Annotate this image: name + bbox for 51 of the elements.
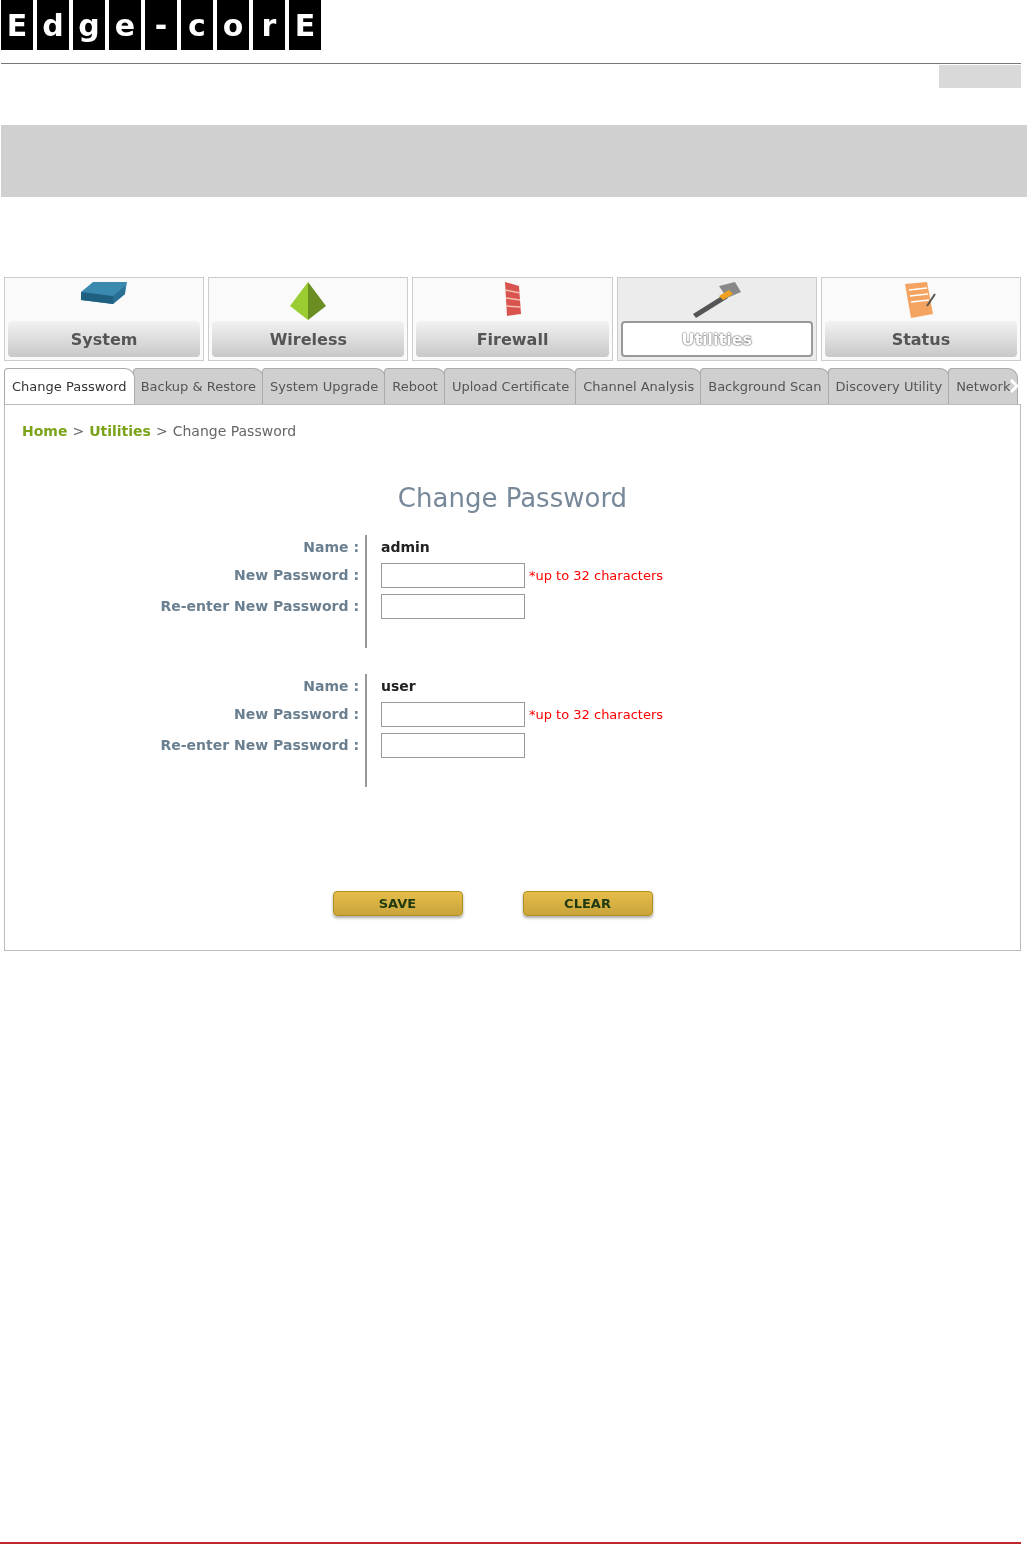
breadcrumb-current: Change Password bbox=[172, 423, 297, 439]
sub-tab[interactable]: Channel Analysis bbox=[575, 368, 703, 404]
sub-tab[interactable]: Backup & Restore bbox=[132, 368, 265, 404]
logo-letter: r bbox=[253, 0, 285, 50]
account-name: admin bbox=[381, 538, 431, 557]
brick-wall-icon bbox=[504, 282, 521, 316]
field-label: New Password : bbox=[234, 705, 359, 724]
notepad-icon bbox=[905, 282, 937, 318]
logo-letter: d bbox=[37, 0, 69, 50]
sub-tab[interactable]: Reboot bbox=[384, 368, 446, 404]
logo-letter: o bbox=[217, 0, 249, 50]
breadcrumb-separator: > bbox=[155, 423, 168, 439]
hint-text: *up to 32 characters bbox=[529, 568, 663, 583]
sub-tab[interactable]: Change Password bbox=[4, 368, 135, 404]
hint-text: *up to 32 characters bbox=[529, 707, 663, 722]
breadcrumb-separator: > bbox=[72, 423, 85, 439]
field-label: Name : bbox=[303, 677, 359, 696]
logo-letter: E bbox=[289, 0, 321, 50]
password-field[interactable] bbox=[381, 594, 525, 619]
logo-letter: g bbox=[73, 0, 105, 50]
account-name: user bbox=[381, 677, 417, 696]
logo-letter: - bbox=[145, 0, 177, 50]
field-label: Name : bbox=[303, 538, 359, 557]
password-field[interactable] bbox=[381, 702, 525, 727]
field-label: New Password : bbox=[234, 566, 359, 585]
save-button[interactable]: SAVE bbox=[332, 891, 463, 916]
clear-button[interactable]: CLEAR bbox=[522, 891, 653, 916]
password-field[interactable] bbox=[381, 733, 525, 758]
menu-tab[interactable]: Status bbox=[820, 277, 1021, 361]
logo-letter: E bbox=[1, 0, 33, 50]
scroll-right-icon[interactable] bbox=[1009, 378, 1019, 394]
field-label: Re-enter New Password : bbox=[160, 736, 359, 755]
sub-tab[interactable]: Upload Certificate bbox=[443, 368, 578, 404]
page-title: Change Password bbox=[396, 483, 629, 513]
password-field[interactable] bbox=[381, 563, 525, 588]
field-label: Re-enter New Password : bbox=[160, 597, 359, 616]
menu-tab[interactable]: Utilities bbox=[616, 277, 817, 361]
menu-tab[interactable]: Firewall bbox=[412, 277, 613, 361]
sub-tab[interactable]: Background Scan bbox=[700, 368, 830, 404]
menu-tab[interactable]: Wireless bbox=[208, 277, 409, 361]
sub-tab[interactable]: Network bbox=[948, 368, 1019, 404]
logo-letter: e bbox=[109, 0, 141, 50]
sub-tab[interactable]: System Upgrade bbox=[262, 368, 387, 404]
sub-tab[interactable]: Discovery Utility bbox=[827, 368, 951, 404]
breadcrumb-link[interactable]: Home bbox=[22, 423, 68, 439]
switch-icon bbox=[81, 282, 128, 304]
logo-letter: c bbox=[181, 0, 213, 50]
breadcrumb-link[interactable]: Utilities bbox=[89, 423, 151, 439]
menu-tab[interactable]: System bbox=[4, 277, 205, 361]
pyramid-icon bbox=[290, 282, 327, 320]
hammer-icon bbox=[692, 282, 741, 318]
